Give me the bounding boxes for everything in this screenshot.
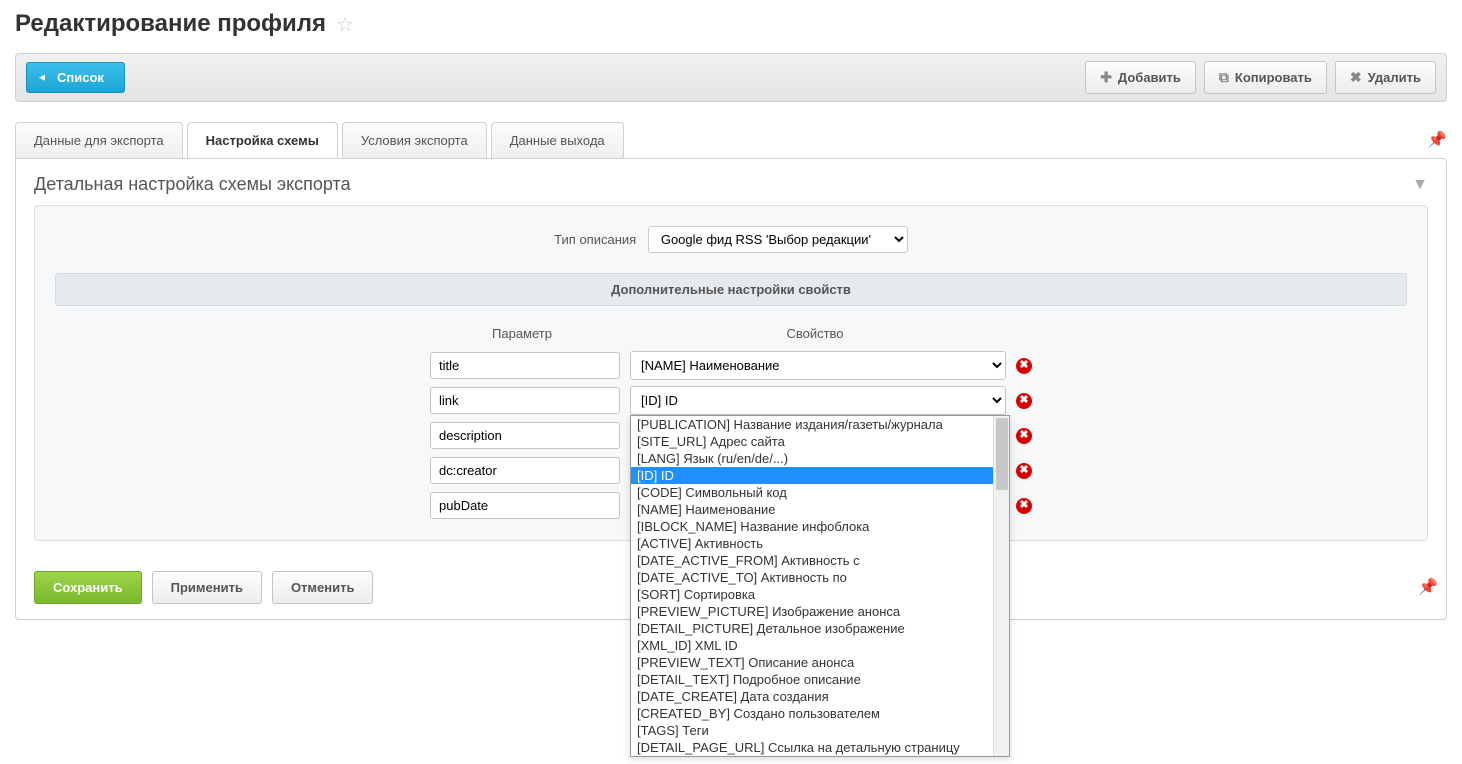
inner-panel: Тип описания Google фид RSS 'Выбор редак… bbox=[34, 205, 1428, 541]
scrollbar-thumb[interactable] bbox=[996, 418, 1008, 490]
action-buttons: ✚ Добавить ⧉ Копировать ✖ Удалить bbox=[1085, 61, 1436, 94]
add-button[interactable]: ✚ Добавить bbox=[1085, 61, 1196, 94]
param-input[interactable] bbox=[430, 457, 620, 484]
dropdown-option[interactable]: [DETAIL_PAGE_URL] Ссылка на детальную ст… bbox=[631, 739, 993, 756]
page-title: Редактирование профиля bbox=[15, 10, 326, 38]
dropdown-option[interactable]: [ID] ID bbox=[631, 467, 993, 484]
tabs: Данные для экспорта Настройка схемы Усло… bbox=[15, 122, 1447, 158]
page-header: Редактирование профиля ☆ bbox=[15, 0, 1447, 53]
props-table: Параметр Свойство [NAME] Наименование ✖ … bbox=[55, 326, 1407, 520]
add-button-label: Добавить bbox=[1118, 70, 1181, 85]
dropdown-option[interactable]: [SITE_URL] Адрес сайта bbox=[631, 433, 993, 450]
delete-button[interactable]: ✖ Удалить bbox=[1335, 61, 1436, 94]
dropdown-option[interactable]: [PREVIEW_TEXT] Описание анонса bbox=[631, 654, 993, 671]
tab-export-conditions[interactable]: Условия экспорта bbox=[342, 122, 487, 158]
apply-button[interactable]: Применить bbox=[152, 571, 262, 604]
column-prop-header: Свойство bbox=[627, 326, 1003, 341]
x-icon: ✖ bbox=[1350, 69, 1362, 86]
prop-select[interactable]: [ID] ID bbox=[630, 386, 1006, 415]
delete-row-icon[interactable]: ✖ bbox=[1016, 358, 1032, 374]
dropdown-option[interactable]: [DATE_CREATE] Дата создания bbox=[631, 688, 993, 705]
param-input[interactable] bbox=[430, 352, 620, 379]
description-type-select[interactable]: Google фид RSS 'Выбор редакции' bbox=[648, 226, 908, 253]
list-button[interactable]: Список bbox=[26, 62, 125, 93]
dropdown-option[interactable]: [TAGS] Теги bbox=[631, 722, 993, 739]
tab-schema-settings[interactable]: Настройка схемы bbox=[187, 122, 338, 159]
dropdown-option[interactable]: [PREVIEW_PICTURE] Изображение анонса bbox=[631, 603, 993, 620]
dropdown-option[interactable]: [IBLOCK_NAME] Название инфоблока bbox=[631, 518, 993, 535]
param-input[interactable] bbox=[430, 387, 620, 414]
param-input[interactable] bbox=[430, 492, 620, 519]
prop-select-dropdown[interactable]: [PUBLICATION] Название издания/газеты/жу… bbox=[630, 415, 1010, 757]
dropdown-option[interactable]: [ACTIVE] Активность bbox=[631, 535, 993, 552]
section-header: Детальная настройка схемы экспорта ▼ bbox=[34, 174, 1428, 205]
section-title: Детальная настройка схемы экспорта bbox=[34, 174, 351, 195]
copy-button-label: Копировать bbox=[1235, 70, 1312, 85]
tab-content: Детальная настройка схемы экспорта ▼ Тип… bbox=[15, 158, 1447, 620]
dropdown-option[interactable]: [NAME] Наименование bbox=[631, 501, 993, 518]
delete-row-icon[interactable]: ✖ bbox=[1016, 498, 1032, 514]
dropdown-option[interactable]: [XML_ID] XML ID bbox=[631, 637, 993, 654]
props-row: [ID] ID ✖ bbox=[430, 386, 1032, 415]
pin-icon[interactable]: 📌 bbox=[1427, 130, 1447, 150]
cancel-button[interactable]: Отменить bbox=[272, 571, 374, 604]
props-row: [NAME] Наименование ✖ bbox=[430, 351, 1032, 380]
dropdown-option[interactable]: [CODE] Символьный код bbox=[631, 484, 993, 501]
column-param-header: Параметр bbox=[427, 326, 617, 341]
copy-icon: ⧉ bbox=[1219, 69, 1229, 86]
scrollbar[interactable] bbox=[993, 416, 1009, 756]
dropdown-option[interactable]: [DETAIL_PICTURE] Детальное изображение bbox=[631, 620, 993, 637]
plus-icon: ✚ bbox=[1100, 69, 1112, 86]
dropdown-option[interactable]: [DATE_ACTIVE_TO] Активность по bbox=[631, 569, 993, 586]
delete-row-icon[interactable]: ✖ bbox=[1016, 428, 1032, 444]
prop-select[interactable]: [NAME] Наименование bbox=[630, 351, 1006, 380]
delete-button-label: Удалить bbox=[1368, 70, 1421, 85]
props-column-headers: Параметр Свойство bbox=[427, 326, 1035, 341]
tab-export-data[interactable]: Данные для экспорта bbox=[15, 122, 183, 158]
save-button[interactable]: Сохранить bbox=[34, 571, 142, 604]
description-type-row: Тип описания Google фид RSS 'Выбор редак… bbox=[55, 226, 1407, 253]
pin-icon[interactable]: 📌 bbox=[1418, 577, 1438, 597]
description-type-label: Тип описания bbox=[554, 232, 636, 247]
collapse-icon[interactable]: ▼ bbox=[1412, 176, 1428, 194]
param-input[interactable] bbox=[430, 422, 620, 449]
dropdown-option[interactable]: [LANG] Язык (ru/en/de/...) bbox=[631, 450, 993, 467]
dropdown-option[interactable]: [PUBLICATION] Название издания/газеты/жу… bbox=[631, 416, 993, 433]
tab-output-data[interactable]: Данные выхода bbox=[491, 122, 624, 158]
action-bar: Список ✚ Добавить ⧉ Копировать ✖ Удалить bbox=[15, 53, 1447, 102]
dropdown-option[interactable]: [CREATED_BY] Создано пользователем bbox=[631, 705, 993, 722]
props-header-bar: Дополнительные настройки свойств bbox=[55, 273, 1407, 306]
dropdown-option[interactable]: [DETAIL_TEXT] Подробное описание bbox=[631, 671, 993, 688]
delete-row-icon[interactable]: ✖ bbox=[1016, 463, 1032, 479]
favorite-star-icon[interactable]: ☆ bbox=[336, 12, 354, 37]
delete-row-icon[interactable]: ✖ bbox=[1016, 393, 1032, 409]
dropdown-option[interactable]: [DATE_ACTIVE_FROM] Активность с bbox=[631, 552, 993, 569]
dropdown-option[interactable]: [SORT] Сортировка bbox=[631, 586, 993, 603]
copy-button[interactable]: ⧉ Копировать bbox=[1204, 61, 1327, 94]
